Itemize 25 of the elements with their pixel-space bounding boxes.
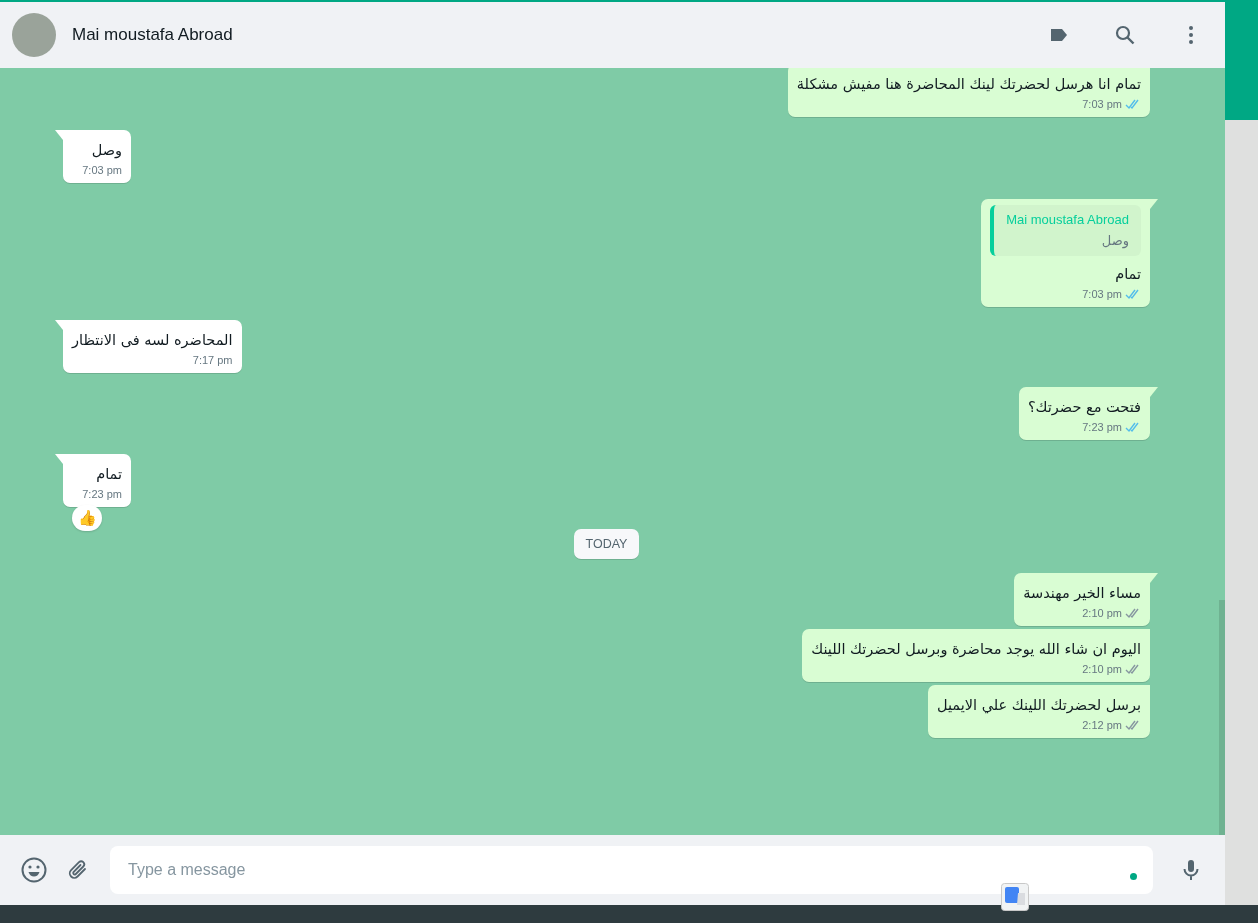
message-time: 7:23 pm [82,488,122,500]
message-time: 7:03 pm [82,164,122,176]
message-time: 2:10 pm [1082,607,1122,619]
message-time: 7:17 pm [192,354,233,366]
message-field[interactable]: Type a message [110,846,1153,894]
message-time: 2:12 pm [1082,719,1122,731]
scrollbar[interactable] [1219,600,1225,835]
message-text: تمام [1115,265,1141,284]
message-time: 7:03 pm [1082,98,1122,110]
quote-author: Mai moustafa Abroad [1006,212,1129,227]
status-dot [1130,872,1137,880]
message-text: تمام [96,465,122,484]
message-text: فتحت مع حضرتك؟ [1027,398,1141,417]
message-time: 7:03 pm [1082,288,1122,300]
message-text: برسل لحضرتك اللينك علي الايميل [936,696,1141,715]
message-text: اليوم ان شاء الله يوجد محاضرة وبرسل لحضرتك اللينك [811,640,1141,659]
message-text: مساء الخير مهندسة [1023,584,1141,603]
translate-icon[interactable] [1001,883,1029,911]
message-text: تمام انا هرسل لحضرتك لينك المحاضرة هنا مفيش مشكلة [796,75,1141,94]
message-time: 2:10 pm [1082,663,1122,675]
contact-name: Mai moustafa Abroad [72,25,234,45]
message-time: 7:23 pm [1082,421,1122,433]
quote-text: وصل [1101,233,1129,248]
message-text: المحاضره لسه فى الانتظار [72,331,233,350]
message-text: وصل [91,141,122,160]
